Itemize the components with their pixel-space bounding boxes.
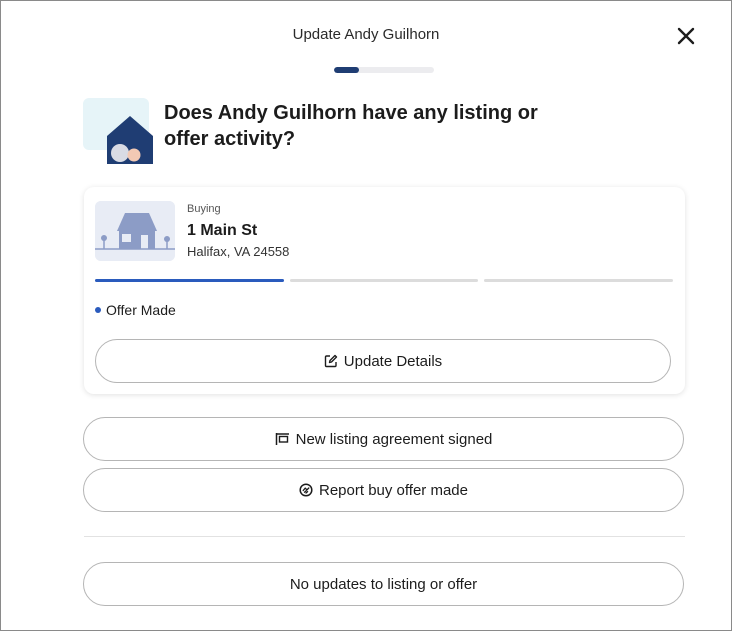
update-details-button[interactable]: Update Details bbox=[95, 339, 671, 383]
transaction-stepper bbox=[95, 279, 674, 282]
stepper-segment bbox=[95, 279, 284, 282]
house-illustration-icon bbox=[83, 98, 153, 164]
report-buy-offer-button[interactable]: Report buy offer made bbox=[83, 468, 684, 512]
close-button[interactable] bbox=[673, 23, 699, 49]
status-label: Offer Made bbox=[106, 302, 176, 318]
property-card: Buying 1 Main St Halifax, VA 24558 Offer… bbox=[84, 187, 685, 394]
report-buy-offer-label: Report buy offer made bbox=[319, 481, 468, 499]
update-details-label: Update Details bbox=[343, 352, 443, 370]
wizard-progress-fill bbox=[334, 67, 359, 73]
section-divider bbox=[84, 536, 685, 537]
property-city: Halifax, VA 24558 bbox=[187, 244, 290, 259]
status-dot-icon bbox=[95, 307, 101, 313]
close-icon bbox=[677, 27, 695, 45]
edit-icon bbox=[324, 354, 338, 368]
property-street: 1 Main St bbox=[187, 222, 258, 239]
no-updates-button[interactable]: No updates to listing or offer bbox=[83, 562, 684, 606]
page-question: Does Andy Guilhorn have any listing or o… bbox=[164, 102, 538, 150]
stepper-segment bbox=[289, 279, 479, 282]
wizard-progress-bar bbox=[334, 67, 434, 73]
handshake-icon bbox=[299, 483, 313, 497]
house-thumbnail-icon bbox=[95, 201, 175, 261]
new-listing-agreement-button[interactable]: New listing agreement signed bbox=[83, 417, 684, 461]
sign-post-icon bbox=[275, 432, 290, 446]
new-listing-agreement-label: New listing agreement signed bbox=[295, 430, 493, 448]
update-dialog: Update Andy Guilhorn Does Andy Guilhorn … bbox=[0, 0, 732, 631]
status-indicator: Offer Made bbox=[95, 302, 176, 318]
dialog-title: Update Andy Guilhorn bbox=[292, 26, 440, 43]
stepper-segment bbox=[484, 279, 674, 282]
transaction-type: Buying bbox=[187, 203, 221, 215]
no-updates-label: No updates to listing or offer bbox=[289, 575, 478, 593]
